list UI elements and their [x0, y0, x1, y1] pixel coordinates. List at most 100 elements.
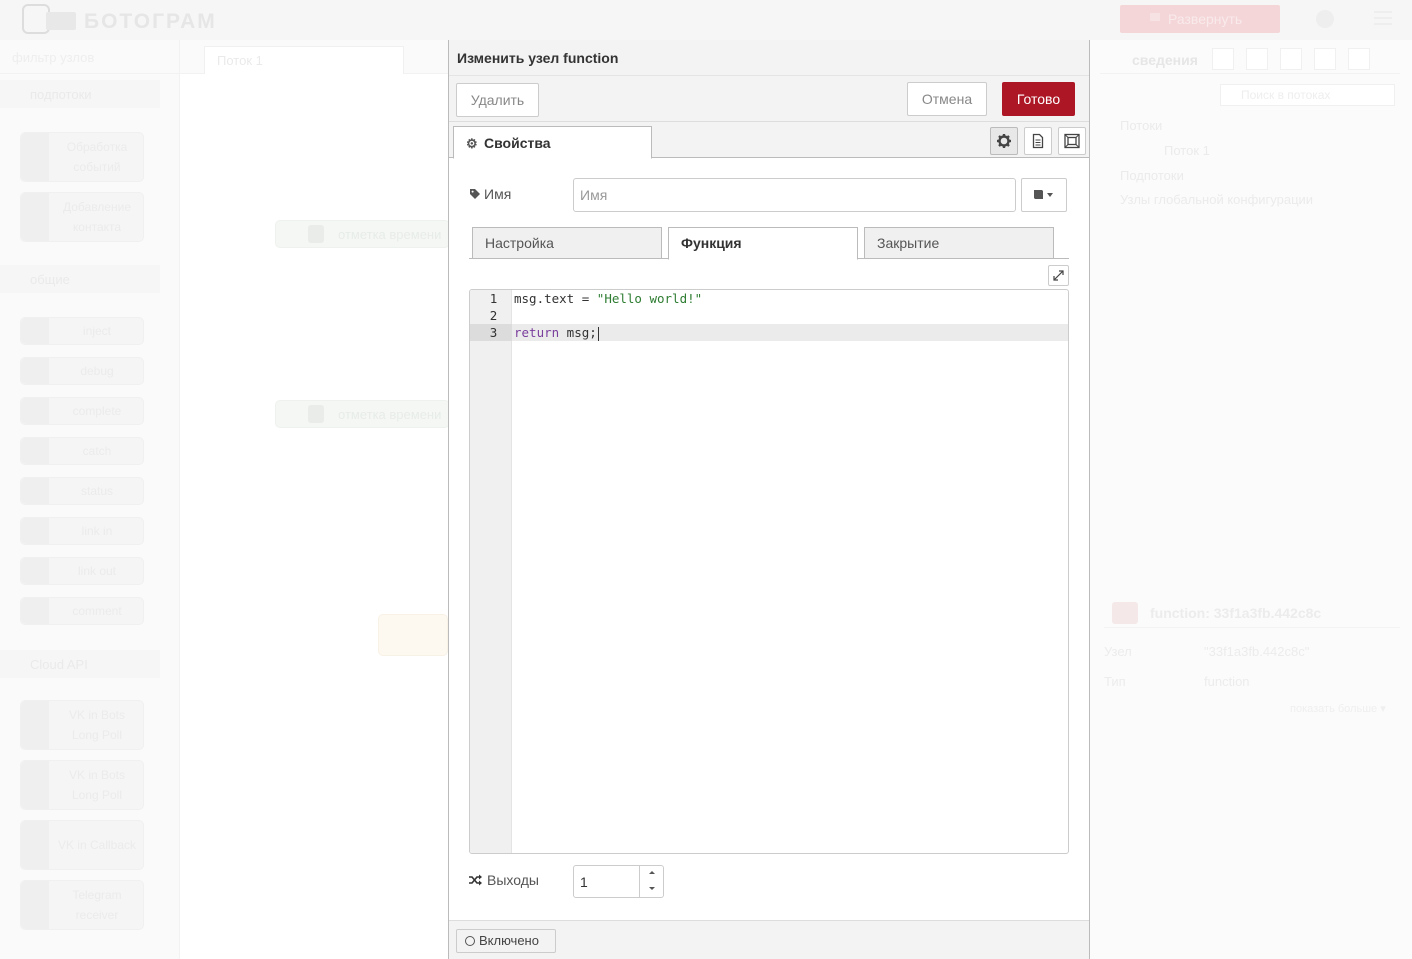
line-number: 3 [470, 324, 512, 341]
expand-editor-button[interactable] [1048, 265, 1069, 286]
debug-tab-icon[interactable] [1280, 48, 1302, 70]
tab-setup[interactable]: Настройка [472, 227, 662, 259]
edit-node-dialog: Изменить узел function Удалить Отмена Го… [448, 40, 1090, 959]
flow-node[interactable]: отметка времени [275, 220, 450, 248]
palette-filter-placeholder: фильтр узлов [12, 50, 95, 65]
palette-node-label: Telegram receiver [72, 888, 122, 922]
dialog-toolbar: Удалить Отмена Готово [449, 76, 1089, 122]
app-name: БОТОГРАМ [84, 10, 217, 33]
tree-item[interactable]: Потоки [1120, 118, 1162, 133]
show-more-link[interactable]: показать больше ▾ [1290, 702, 1386, 715]
book-icon [1034, 190, 1053, 199]
info-tab-icon[interactable] [1212, 48, 1234, 70]
node-icon [21, 701, 49, 749]
sidebar: сведения Поиск в потоках Потоки Поток 1 … [1090, 40, 1412, 959]
workspace-tab[interactable]: Поток 1 [204, 46, 404, 74]
palette-node[interactable]: VK in Callback [20, 820, 144, 870]
palette-category[interactable]: подпотоки [0, 80, 160, 108]
flow-node[interactable]: отметка времени [275, 400, 450, 428]
cancel-button[interactable]: Отмена [907, 82, 987, 116]
node-icon [308, 225, 324, 243]
palette-node[interactable]: status [20, 477, 144, 505]
code-editor[interactable]: 1 msg.text = "Hello world!" 2 3 return m… [469, 289, 1069, 854]
chevron-up-icon[interactable] [640, 866, 664, 881]
app-header: БОТОГРАМ Развернуть [0, 0, 1412, 40]
palette-node[interactable]: comment [20, 597, 144, 625]
enabled-label: Включено [479, 933, 539, 948]
palette-category[interactable]: общие [0, 265, 160, 293]
tag-icon [470, 189, 480, 199]
node-icon [21, 318, 49, 344]
tab-properties[interactable]: ⚙ Свойства [453, 126, 652, 159]
palette-node-label: debug [80, 364, 114, 378]
palette-filter[interactable]: фильтр узлов [0, 40, 180, 74]
node-settings-button[interactable] [990, 127, 1018, 155]
palette-node[interactable]: VK in Bots Long Poll [20, 700, 144, 750]
text-cursor [597, 326, 599, 341]
name-input[interactable] [573, 178, 1016, 212]
node-icon [21, 438, 49, 464]
outputs-label-text: Выходы [487, 872, 539, 888]
node-icon [21, 518, 49, 544]
palette-node[interactable]: catch [20, 437, 144, 465]
palette-node[interactable]: link in [20, 517, 144, 545]
palette-node-label: Добавление контакта [63, 200, 131, 234]
node-appearance-button[interactable] [1058, 127, 1086, 155]
code-text: return msg; [514, 324, 599, 341]
palette-category[interactable]: Cloud API [0, 650, 160, 678]
palette-node[interactable]: link out [20, 557, 144, 585]
flow-node[interactable] [378, 614, 448, 656]
name-label-text: Имя [484, 186, 512, 202]
tree-item[interactable]: Подпотоки [1120, 168, 1184, 183]
palette-node[interactable]: Обработка событий [20, 132, 144, 182]
workspace-tabs: Поток 1 [180, 40, 448, 74]
done-button[interactable]: Готово [1002, 82, 1075, 116]
palette-node-label: VK in Bots Long Poll [68, 708, 126, 742]
menu-icon[interactable] [1374, 11, 1392, 25]
dialog-footer: Включено [449, 920, 1089, 959]
config-tab-icon[interactable] [1314, 48, 1336, 70]
deploy-button[interactable]: Развернуть [1120, 5, 1280, 33]
palette-node-label: VK in Bots Long Poll [68, 768, 126, 802]
gear-icon: ⚙ [466, 136, 478, 151]
node-icon [21, 821, 49, 869]
sidebar-search[interactable]: Поиск в потоках [1220, 84, 1395, 106]
tree-item[interactable]: Поток 1 [1164, 143, 1210, 158]
tab-properties-label: Свойства [484, 135, 551, 151]
node-palette: фильтр узлов подпотоки Обработка событий… [0, 40, 180, 959]
function-node-icon [1112, 602, 1138, 624]
tree-item[interactable]: Узлы глобальной конфигурации [1120, 192, 1313, 207]
palette-node[interactable]: inject [20, 317, 144, 345]
delete-button[interactable]: Удалить [456, 83, 539, 117]
expand-icon [1053, 270, 1064, 281]
enabled-toggle[interactable]: Включено [456, 929, 556, 953]
user-icon[interactable] [1316, 10, 1334, 28]
palette-node-label: VK in Callback [57, 838, 137, 852]
node-icon [21, 478, 49, 504]
palette-node[interactable]: complete [20, 397, 144, 425]
flow-node-label: отметка времени [338, 227, 442, 242]
node-icon [21, 881, 49, 929]
library-button[interactable] [1021, 178, 1067, 212]
palette-node[interactable]: Добавление контакта [20, 192, 144, 242]
node-description-button[interactable] [1024, 127, 1052, 155]
code-text-content: msg.text = "Hello world!" [514, 291, 703, 306]
tab-function[interactable]: Функция [668, 227, 858, 260]
deploy-label: Развернуть [1168, 11, 1243, 27]
outputs-stepper[interactable] [639, 866, 663, 897]
code-text: msg.text = "Hello world!" [514, 290, 702, 307]
deploy-icon [1150, 13, 1160, 21]
line-number: 2 [489, 308, 498, 323]
palette-node[interactable]: debug [20, 357, 144, 385]
palette-node-label: status [80, 484, 113, 498]
chevron-down-icon[interactable] [640, 881, 664, 896]
help-tab-icon[interactable] [1246, 48, 1268, 70]
sidebar-tabs: сведения [1100, 44, 1400, 74]
gear-icon [997, 134, 1011, 148]
palette-node-label: Обработка событий [66, 140, 128, 174]
context-tab-icon[interactable] [1348, 48, 1370, 70]
palette-node[interactable]: VK in Bots Long Poll [20, 760, 144, 810]
tab-close[interactable]: Закрытие [864, 227, 1054, 259]
palette-node[interactable]: Telegram receiver [20, 880, 144, 930]
shuffle-icon [469, 874, 482, 886]
